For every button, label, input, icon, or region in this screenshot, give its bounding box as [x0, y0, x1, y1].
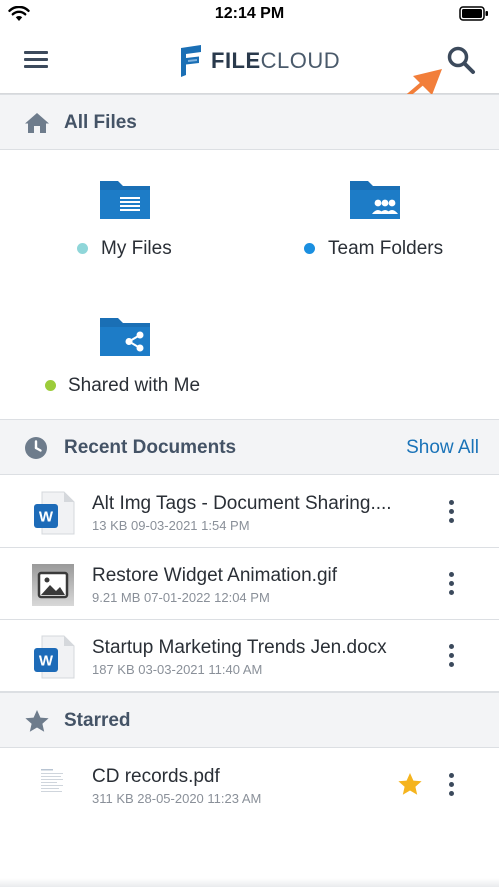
svg-text:W: W	[39, 509, 54, 526]
list-item[interactable]: W Alt Img Tags - Document Sharing.... 13…	[0, 476, 499, 548]
section-title: Starred	[64, 710, 131, 731]
more-options-icon[interactable]	[444, 644, 460, 670]
folder-my-files[interactable]: My Files	[70, 175, 210, 265]
all-files-header[interactable]: All Files	[0, 94, 499, 150]
recent-documents-header: Recent Documents Show All	[0, 419, 499, 475]
folder-shared-with-me[interactable]: Shared with Me	[38, 312, 218, 402]
hamburger-menu-icon[interactable]	[24, 49, 50, 71]
document-meta: 9.21 MB 07-01-2022 12:04 PM	[92, 590, 270, 605]
document-name: Startup Marketing Trends Jen.docx	[92, 637, 387, 658]
more-options-icon[interactable]	[444, 500, 460, 526]
list-item[interactable]: CD records.pdf 311 KB 28-05-2020 11:23 A…	[0, 749, 499, 821]
clock-icon	[25, 437, 47, 459]
show-all-link[interactable]: Show All	[406, 437, 479, 459]
document-meta: 187 KB 03-03-2021 11:40 AM	[92, 662, 263, 677]
home-icon	[25, 113, 49, 133]
folder-team-folders[interactable]: Team Folders	[296, 175, 466, 265]
list-item[interactable]: W Startup Marketing Trends Jen.docx 187 …	[0, 620, 499, 692]
starred-header: Starred	[0, 692, 499, 748]
folder-people-icon	[350, 181, 400, 219]
status-bar: 12:14 PM	[0, 0, 499, 28]
svg-text:W: W	[39, 653, 54, 670]
list-item[interactable]: Restore Widget Animation.gif 9.21 MB 07-…	[0, 548, 499, 620]
logo-text: FILECLOUD	[211, 48, 341, 73]
status-time: 12:14 PM	[214, 5, 285, 22]
status-dot	[77, 243, 88, 254]
filecloud-logo-mark-icon	[181, 45, 201, 77]
document-name: Restore Widget Animation.gif	[92, 565, 338, 586]
search-icon[interactable]	[446, 45, 476, 75]
folder-label: Shared with Me	[68, 375, 201, 396]
star-outline-icon	[25, 710, 49, 732]
folder-share-icon	[100, 318, 150, 356]
document-name: Alt Img Tags - Document Sharing....	[92, 493, 392, 514]
image-file-icon	[32, 564, 74, 606]
folder-label: My Files	[101, 238, 172, 259]
document-name: CD records.pdf	[92, 766, 220, 787]
more-options-icon[interactable]	[444, 572, 460, 598]
status-dot	[304, 243, 315, 254]
word-doc-icon: W	[34, 491, 75, 535]
battery-icon	[459, 6, 488, 21]
filecloud-logo: FILECLOUD	[177, 43, 340, 79]
document-meta: 13 KB 09-03-2021 1:54 PM	[92, 518, 250, 533]
document-meta: 311 KB 28-05-2020 11:23 AM	[92, 791, 262, 806]
star-filled-icon[interactable]	[397, 772, 423, 797]
more-options-icon[interactable]	[444, 773, 460, 799]
status-dot	[45, 380, 56, 391]
folder-label: Team Folders	[328, 238, 444, 259]
section-title: All Files	[64, 112, 137, 133]
folder-document-icon	[100, 181, 150, 219]
pdf-thumbnail-icon	[38, 765, 68, 805]
bottom-edge	[0, 878, 499, 887]
word-doc-icon: W	[34, 635, 75, 679]
section-title: Recent Documents	[64, 437, 237, 458]
